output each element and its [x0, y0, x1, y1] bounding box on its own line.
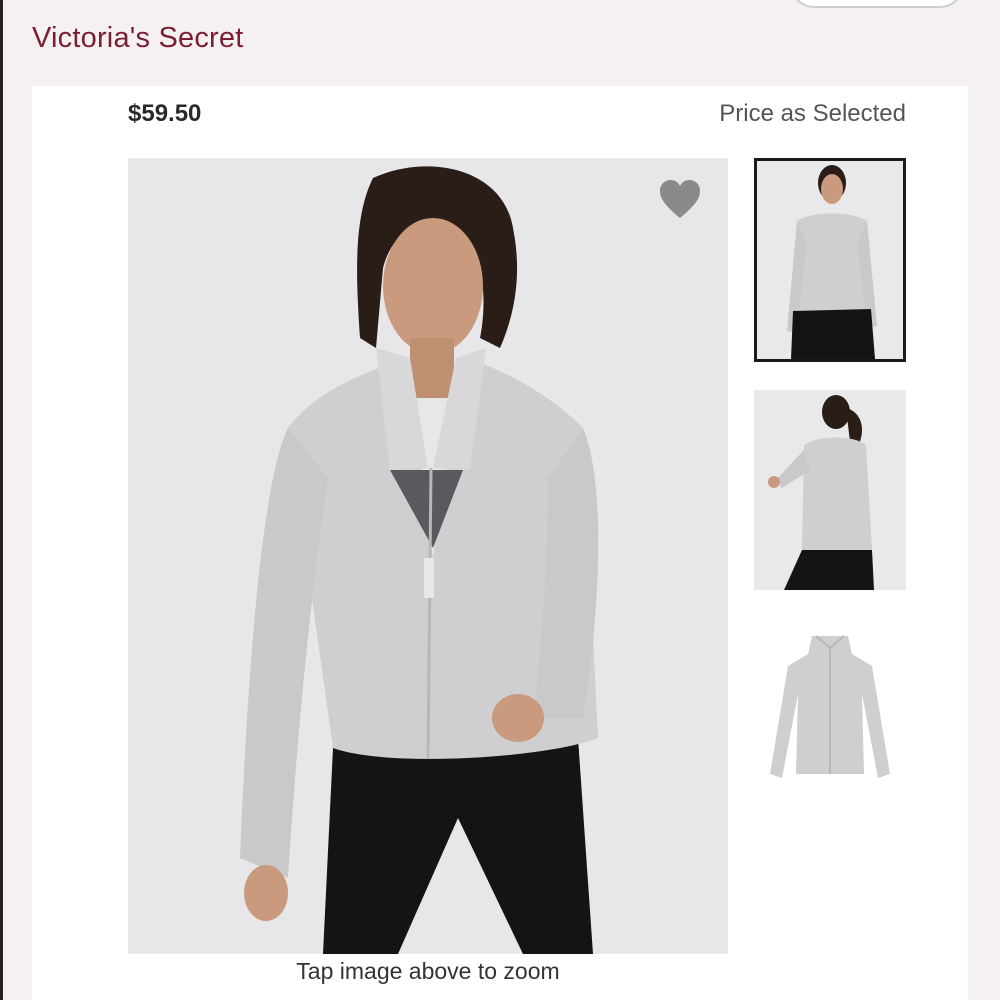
thumbnail-back[interactable] — [754, 390, 906, 590]
thumbnail-flat-lay[interactable] — [754, 624, 906, 824]
product-card: $59.50 Price as Selected Tap image above… — [32, 86, 968, 1000]
left-edge-border — [0, 0, 3, 1000]
main-product-image[interactable] — [128, 158, 728, 954]
thumbnail-front[interactable] — [754, 158, 906, 362]
heart-icon[interactable] — [658, 178, 702, 220]
zoom-hint: Tap image above to zoom — [296, 958, 560, 984]
product-price: $59.50 — [128, 100, 202, 127]
price-note: Price as Selected — [719, 100, 906, 127]
brand-name[interactable]: Victoria's Secret — [32, 22, 243, 55]
top-action-button[interactable] — [790, 0, 964, 8]
